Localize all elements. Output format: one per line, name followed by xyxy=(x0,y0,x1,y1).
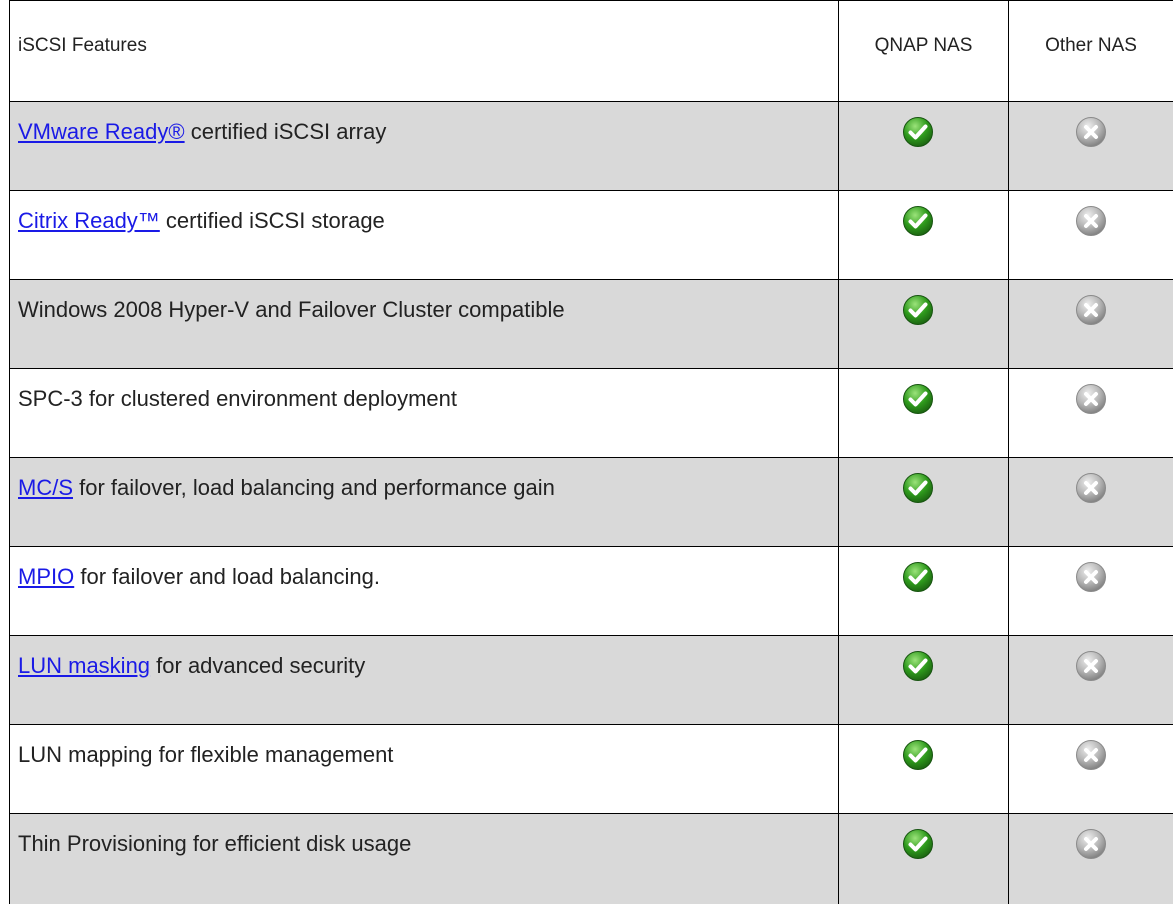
qnap-cell xyxy=(839,102,1009,191)
feature-text: certified iSCSI storage xyxy=(160,208,385,233)
feature-text: for advanced security xyxy=(150,653,365,678)
table-row: MC/S for failover, load balancing and pe… xyxy=(10,458,1173,547)
other-cell xyxy=(1009,369,1173,458)
feature-text: Windows 2008 Hyper-V and Failover Cluste… xyxy=(18,297,565,322)
header-feature: iSCSI Features xyxy=(10,1,839,102)
check-icon xyxy=(902,561,934,593)
check-icon xyxy=(902,294,934,326)
table-row: Thin Provisioning for efficient disk usa… xyxy=(10,814,1173,904)
cross-icon xyxy=(1075,561,1107,593)
cross-icon xyxy=(1075,472,1107,504)
check-icon xyxy=(902,383,934,415)
feature-link[interactable]: MPIO xyxy=(18,564,74,589)
other-cell xyxy=(1009,725,1173,814)
cross-icon xyxy=(1075,383,1107,415)
check-icon xyxy=(902,650,934,682)
feature-cell: Windows 2008 Hyper-V and Failover Cluste… xyxy=(10,280,839,369)
feature-text: certified iSCSI array xyxy=(185,119,387,144)
table-row: VMware Ready® certified iSCSI array xyxy=(10,102,1173,191)
other-cell xyxy=(1009,636,1173,725)
header-other-nas: Other NAS xyxy=(1009,1,1173,102)
table-row: LUN masking for advanced security xyxy=(10,636,1173,725)
feature-text: SPC-3 for clustered environment deployme… xyxy=(18,386,457,411)
other-cell xyxy=(1009,814,1173,904)
table-row: SPC-3 for clustered environment deployme… xyxy=(10,369,1173,458)
qnap-cell xyxy=(839,725,1009,814)
cross-icon xyxy=(1075,205,1107,237)
feature-text: for failover and load balancing. xyxy=(74,564,380,589)
feature-text: LUN mapping for flexible management xyxy=(18,742,393,767)
other-cell xyxy=(1009,458,1173,547)
table-row: LUN mapping for flexible management xyxy=(10,725,1173,814)
feature-cell: MPIO for failover and load balancing. xyxy=(10,547,839,636)
feature-link[interactable]: MC/S xyxy=(18,475,73,500)
feature-link[interactable]: LUN masking xyxy=(18,653,150,678)
feature-text: Thin Provisioning for efficient disk usa… xyxy=(18,831,411,856)
check-icon xyxy=(902,205,934,237)
table-row: Citrix Ready™ certified iSCSI storage xyxy=(10,191,1173,280)
qnap-cell xyxy=(839,814,1009,904)
qnap-cell xyxy=(839,280,1009,369)
other-cell xyxy=(1009,280,1173,369)
cross-icon xyxy=(1075,294,1107,326)
qnap-cell xyxy=(839,369,1009,458)
feature-cell: SPC-3 for clustered environment deployme… xyxy=(10,369,839,458)
feature-cell: Citrix Ready™ certified iSCSI storage xyxy=(10,191,839,280)
feature-cell: MC/S for failover, load balancing and pe… xyxy=(10,458,839,547)
qnap-cell xyxy=(839,636,1009,725)
feature-text: for failover, load balancing and perform… xyxy=(73,475,555,500)
cross-icon xyxy=(1075,116,1107,148)
feature-cell: LUN mapping for flexible management xyxy=(10,725,839,814)
feature-link[interactable]: VMware Ready® xyxy=(18,119,185,144)
table-row: MPIO for failover and load balancing. xyxy=(10,547,1173,636)
other-cell xyxy=(1009,102,1173,191)
header-qnap-nas: QNAP NAS xyxy=(839,1,1009,102)
cross-icon xyxy=(1075,650,1107,682)
check-icon xyxy=(902,116,934,148)
cross-icon xyxy=(1075,828,1107,860)
table-row: Windows 2008 Hyper-V and Failover Cluste… xyxy=(10,280,1173,369)
check-icon xyxy=(902,828,934,860)
feature-cell: VMware Ready® certified iSCSI array xyxy=(10,102,839,191)
qnap-cell xyxy=(839,191,1009,280)
qnap-cell xyxy=(839,547,1009,636)
qnap-cell xyxy=(839,458,1009,547)
feature-cell: LUN masking for advanced security xyxy=(10,636,839,725)
check-icon xyxy=(902,739,934,771)
feature-link[interactable]: Citrix Ready™ xyxy=(18,208,160,233)
other-cell xyxy=(1009,547,1173,636)
table-header-row: iSCSI Features QNAP NAS Other NAS xyxy=(10,1,1173,102)
cross-icon xyxy=(1075,739,1107,771)
other-cell xyxy=(1009,191,1173,280)
feature-cell: Thin Provisioning for efficient disk usa… xyxy=(10,814,839,904)
iscsi-feature-comparison-table: iSCSI Features QNAP NAS Other NAS VMware… xyxy=(9,0,1173,904)
check-icon xyxy=(902,472,934,504)
